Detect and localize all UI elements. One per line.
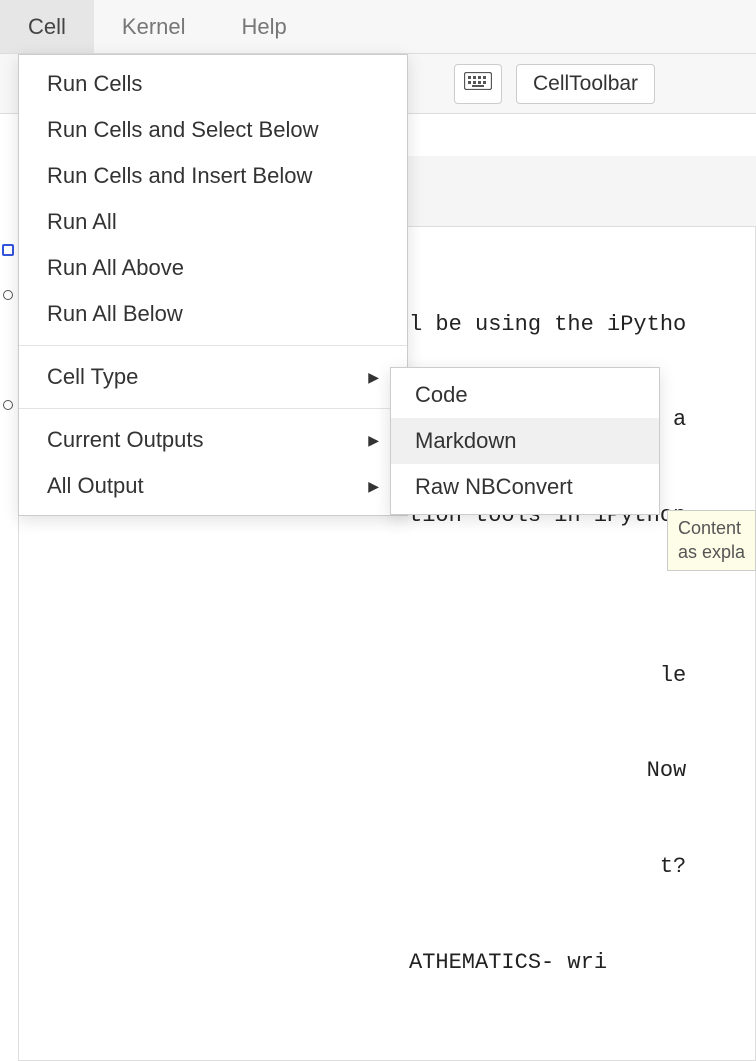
gutter-circle-icon xyxy=(3,400,13,410)
menu-run-all[interactable]: Run All xyxy=(19,199,407,245)
menubar: Cell Kernel Help xyxy=(0,0,756,54)
menu-item-label: Run Cells and Select Below xyxy=(47,117,318,143)
cell-text-line: t? xyxy=(29,851,745,883)
menu-help[interactable]: Help xyxy=(214,0,315,53)
tooltip: Content as expla xyxy=(667,510,756,571)
cell-type-submenu: Code Markdown Raw NBConvert xyxy=(390,367,660,515)
keyboard-button[interactable] xyxy=(454,64,502,104)
chevron-right-icon: ▶ xyxy=(368,369,379,386)
cell-text-line: Now xyxy=(29,755,745,787)
prompt-marker xyxy=(2,244,14,256)
menu-run-all-above[interactable]: Run All Above xyxy=(19,245,407,291)
tooltip-line: as expla xyxy=(678,541,745,564)
menu-run-cells[interactable]: Run Cells xyxy=(19,61,407,107)
menu-item-label: All Output xyxy=(47,473,144,499)
submenu-raw-nbconvert[interactable]: Raw NBConvert xyxy=(391,464,659,510)
menu-cell[interactable]: Cell xyxy=(0,0,94,53)
menu-kernel[interactable]: Kernel xyxy=(94,0,214,53)
gutter-circle-icon xyxy=(3,290,13,300)
menu-item-label: Run All Above xyxy=(47,255,184,281)
menu-item-label: Run All Below xyxy=(47,301,183,327)
menu-all-output[interactable]: All Output ▶ xyxy=(19,463,407,509)
menu-divider xyxy=(19,408,407,409)
menu-item-label: Run Cells xyxy=(47,71,142,97)
cell-toolbar-button[interactable]: CellToolbar xyxy=(516,64,655,104)
menu-run-cells-select-below[interactable]: Run Cells and Select Below xyxy=(19,107,407,153)
keyboard-icon xyxy=(464,72,492,96)
chevron-right-icon: ▶ xyxy=(368,432,379,449)
cell-text-line: ATHEMATICS- wri xyxy=(29,947,745,979)
menu-run-cells-insert-below[interactable]: Run Cells and Insert Below xyxy=(19,153,407,199)
submenu-markdown[interactable]: Markdown xyxy=(391,418,659,464)
submenu-code[interactable]: Code xyxy=(391,372,659,418)
menu-run-all-below[interactable]: Run All Below xyxy=(19,291,407,337)
tooltip-line: Content xyxy=(678,517,745,540)
menu-divider xyxy=(19,345,407,346)
menu-item-label: Current Outputs xyxy=(47,427,204,453)
menu-item-label: Run All xyxy=(47,209,117,235)
menu-cell-type[interactable]: Cell Type ▶ xyxy=(19,354,407,400)
chevron-right-icon: ▶ xyxy=(368,478,379,495)
cell-dropdown: Run Cells Run Cells and Select Below Run… xyxy=(18,54,408,516)
menu-current-outputs[interactable]: Current Outputs ▶ xyxy=(19,417,407,463)
menu-item-label: Cell Type xyxy=(47,364,138,390)
cell-gutter xyxy=(0,156,18,591)
menu-item-label: Run Cells and Insert Below xyxy=(47,163,312,189)
cell-text-line: le xyxy=(29,660,745,692)
